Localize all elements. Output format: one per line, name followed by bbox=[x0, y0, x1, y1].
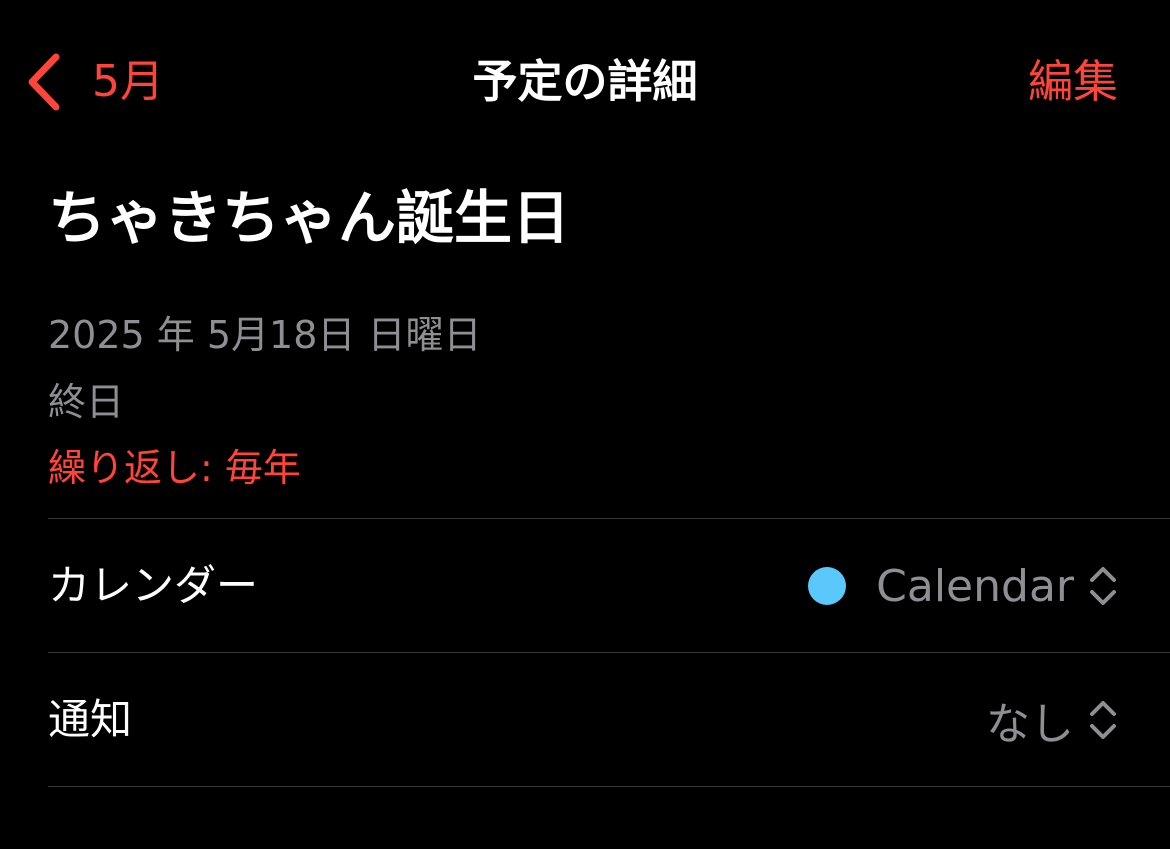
calendar-picker[interactable]: Calendar bbox=[808, 520, 1118, 652]
calendar-row[interactable]: カレンダー Calendar bbox=[48, 520, 1170, 652]
divider bbox=[48, 652, 1170, 653]
calendar-value: Calendar bbox=[876, 560, 1074, 612]
up-down-chevron-icon bbox=[1090, 567, 1116, 605]
alert-value: なし bbox=[986, 699, 1074, 750]
calendar-color-dot bbox=[808, 567, 847, 605]
divider bbox=[48, 786, 1170, 787]
event-title: ちゃきちゃん誕生日 bbox=[48, 184, 571, 252]
event-date: 2025 年 5月18日 日曜日 bbox=[48, 313, 482, 357]
up-down-chevron-icon bbox=[1090, 701, 1116, 739]
page-title: 予定の詳細 bbox=[472, 55, 698, 108]
event-repeat: 繰り返し: 毎年 bbox=[48, 446, 301, 490]
alert-row-label: 通知 bbox=[48, 695, 133, 744]
divider bbox=[48, 518, 1170, 519]
calendar-row-label: カレンダー bbox=[48, 561, 259, 610]
alert-picker[interactable]: なし bbox=[986, 654, 1118, 786]
alert-row[interactable]: 通知 なし bbox=[48, 654, 1170, 786]
event-all-day: 終日 bbox=[48, 380, 125, 424]
edit-button[interactable]: 編集 bbox=[1028, 52, 1118, 112]
navigation-bar: 5月 予定の詳細 編集 bbox=[0, 0, 1170, 165]
